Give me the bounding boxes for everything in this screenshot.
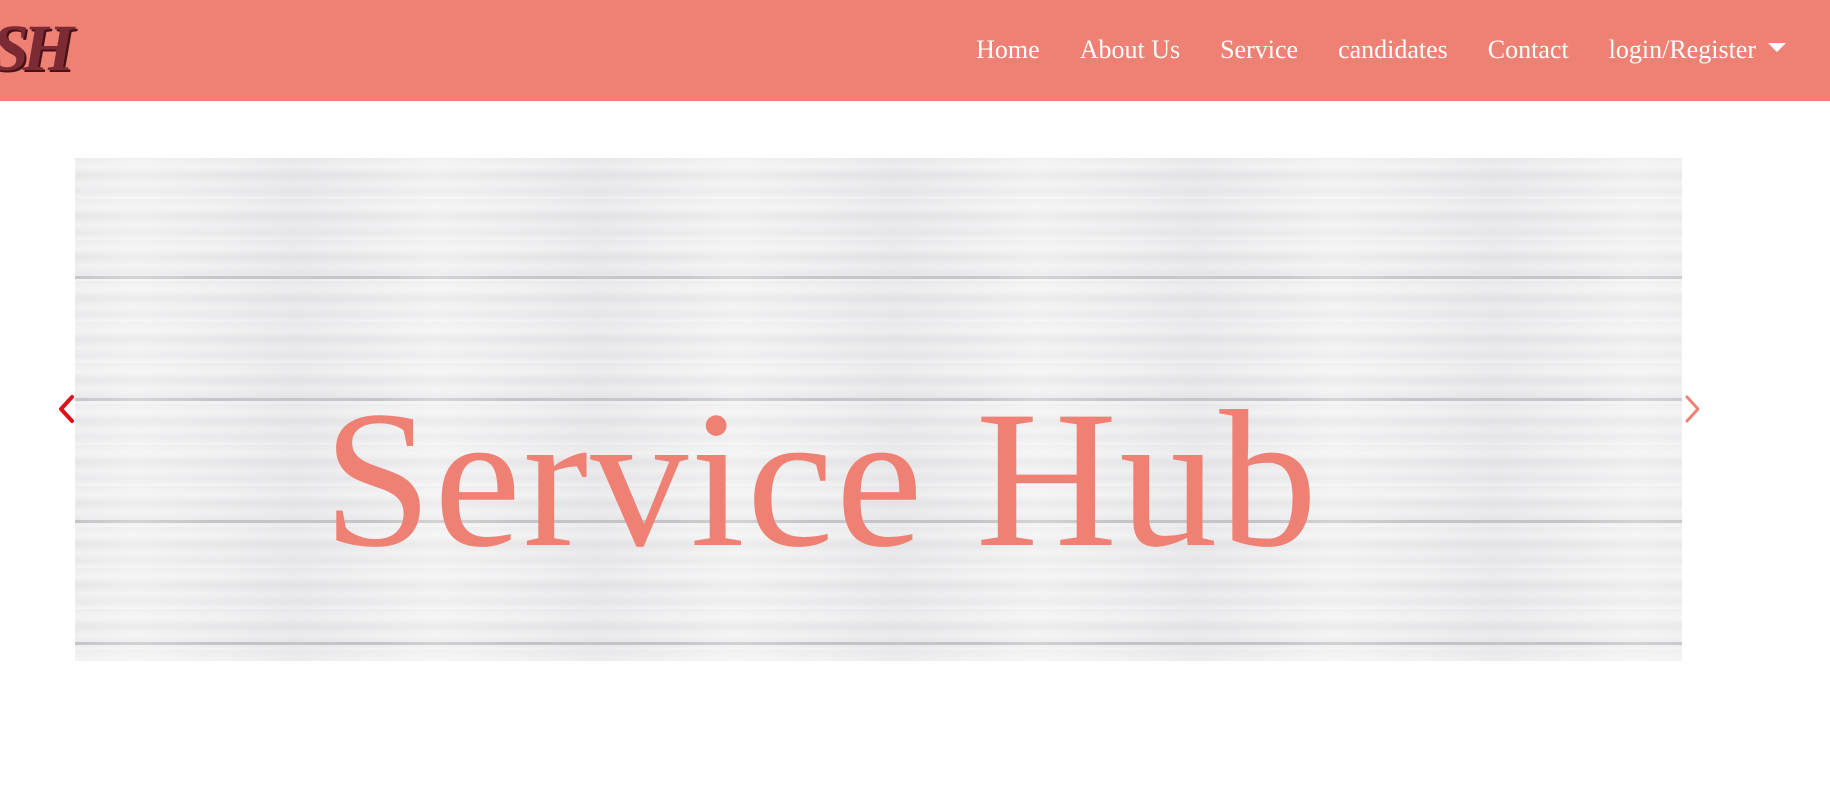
- brand-logo[interactable]: SH: [0, 14, 74, 84]
- login-register-label: login/Register: [1608, 35, 1756, 64]
- slide-title: Service Hub: [323, 371, 1320, 588]
- nav-candidates-link[interactable]: candidates: [1338, 31, 1448, 69]
- nav-home-link[interactable]: Home: [976, 31, 1040, 69]
- login-register-dropdown[interactable]: login/Register: [1609, 31, 1786, 69]
- caret-down-icon: [1768, 42, 1786, 52]
- navbar: SH Home About Us Service candidates Cont…: [0, 0, 1830, 101]
- nav-contact-link[interactable]: Contact: [1488, 31, 1569, 69]
- nav-service-link[interactable]: Service: [1220, 31, 1298, 69]
- nav-links: Home About Us Service candidates Contact…: [936, 30, 1786, 70]
- chevron-left-icon[interactable]: [55, 393, 79, 425]
- chevron-right-icon[interactable]: [1680, 393, 1704, 425]
- hero-carousel: Service Hub: [75, 158, 1682, 661]
- nav-about-link[interactable]: About Us: [1080, 31, 1180, 69]
